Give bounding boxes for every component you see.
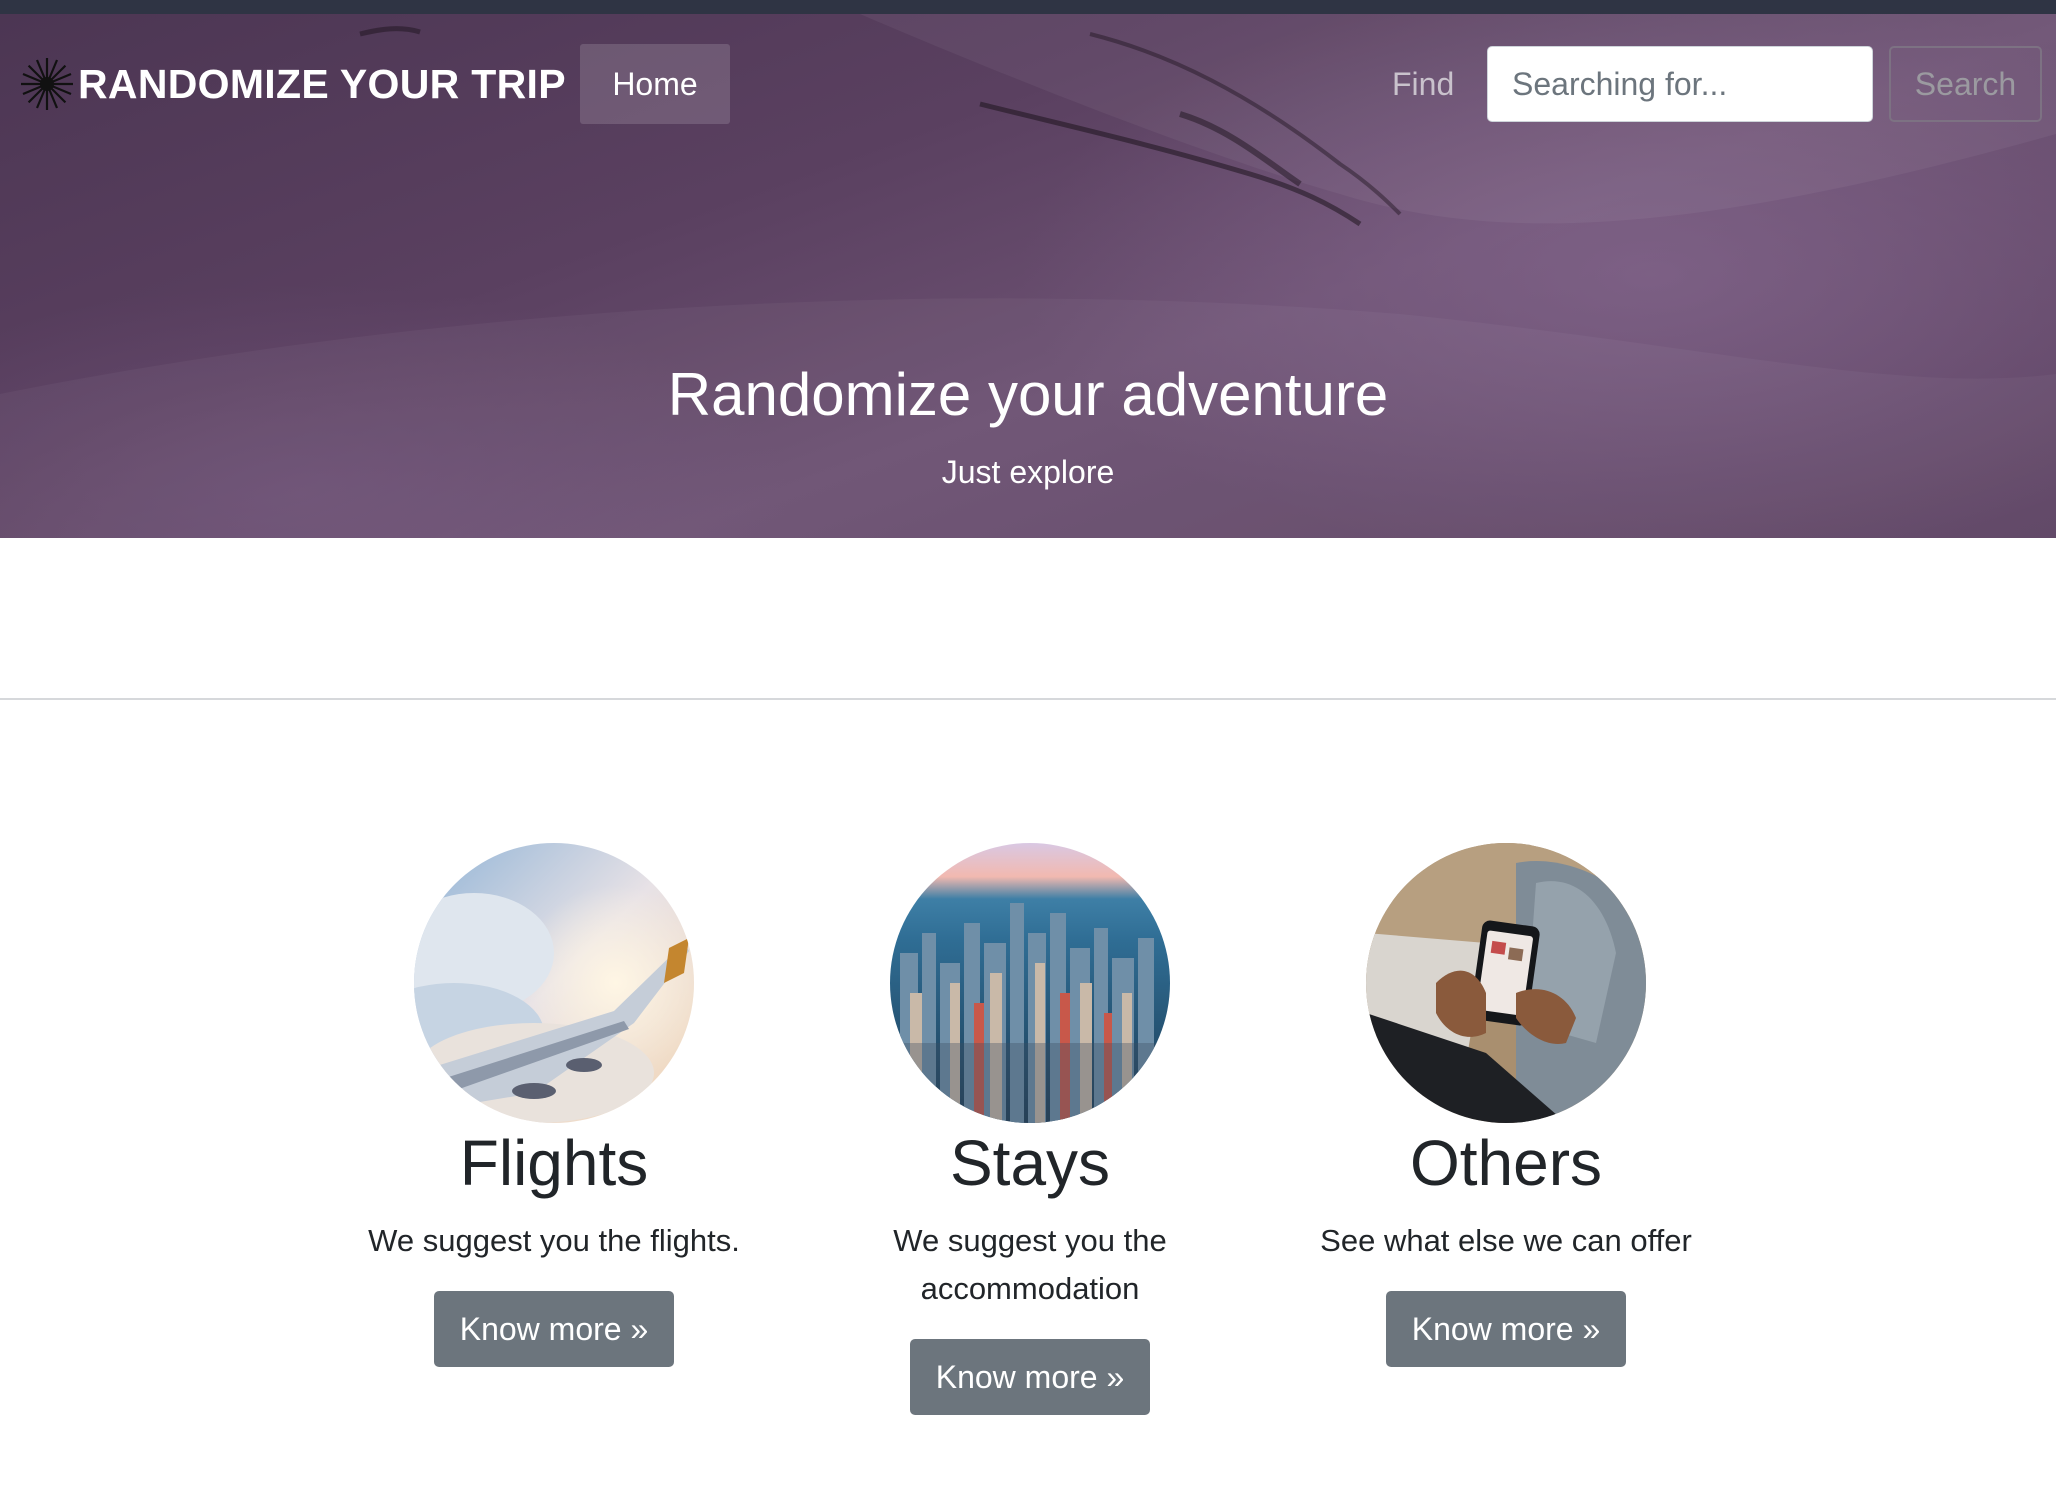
know-more-others-button[interactable]: Know more » <box>1385 1291 1627 1367</box>
brand-link[interactable]: RANDOMIZE YOUR TRIP <box>18 48 566 120</box>
feature-flights: Flights We suggest you the flights. Know… <box>294 843 814 1367</box>
hero-subtitle: Just explore <box>941 454 1115 490</box>
know-more-flights-button[interactable]: Know more » <box>433 1291 675 1367</box>
feature-stays: Stays We suggest you the accommodation K… <box>770 843 1290 1415</box>
feature-description: We suggest you the accommodation <box>893 1223 1167 1306</box>
hero-title: Randomize your adventure <box>667 361 1389 428</box>
browser-top-strip <box>0 0 2056 14</box>
search-input[interactable] <box>1487 46 1873 122</box>
city-skyline-photo <box>890 843 1170 1123</box>
brand-title: RANDOMIZE YOUR TRIP <box>78 60 566 107</box>
feature-description: See what else we can offer <box>1320 1223 1692 1258</box>
nav-home-link[interactable]: Home <box>580 44 730 124</box>
feature-others: Others See what else we can offer Know m… <box>1246 843 1766 1367</box>
feature-title: Stays <box>949 1127 1111 1199</box>
feature-description: We suggest you the flights. <box>368 1223 740 1258</box>
airplane-wing-photo <box>414 843 694 1123</box>
feature-title: Flights <box>459 1127 649 1199</box>
feature-title: Others <box>1409 1127 1603 1199</box>
search-button[interactable]: Search <box>1889 46 2042 122</box>
sunburst-logo-icon <box>21 58 73 110</box>
phone-in-hands-photo <box>1366 843 1646 1123</box>
know-more-stays-button[interactable]: Know more » <box>909 1339 1151 1415</box>
section-divider <box>0 698 2056 700</box>
top-navbar: RANDOMIZE YOUR TRIP Home Find Search <box>0 14 2056 124</box>
nav-find-link[interactable]: Find <box>1392 44 1454 124</box>
